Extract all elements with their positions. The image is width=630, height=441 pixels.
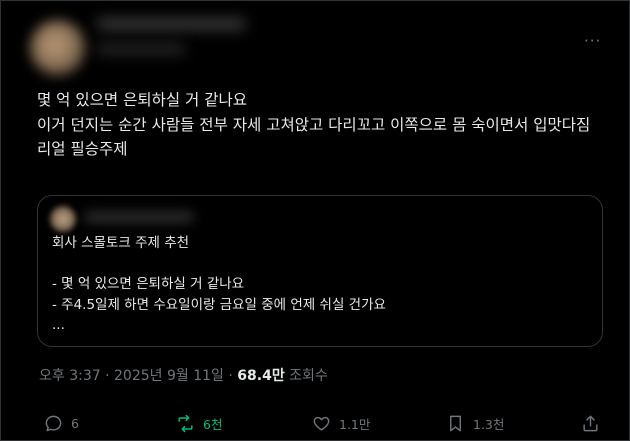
post-date[interactable]: 2025년 9월 11일 — [114, 368, 224, 384]
post-meta: 오후 3:37 · 2025년 9월 11일 · 68.4만 조회수 — [39, 365, 328, 385]
meta-separator: · — [228, 368, 233, 384]
quoted-post[interactable]: 회사 스몰토크 주제 추천 - 몇 억 있으면 은퇴하실 거 같나요 - 주4.… — [37, 195, 603, 347]
action-bar: 6 6천 1.1만 1.3천 — [0, 414, 630, 438]
meta-separator: · — [105, 368, 110, 384]
bookmark-button[interactable]: 1.3천 — [446, 414, 504, 433]
more-horizontal-icon[interactable]: ··· — [584, 33, 601, 49]
author-handle-redacted[interactable] — [96, 44, 186, 54]
reply-icon — [45, 415, 62, 432]
author-name-redacted[interactable] — [96, 18, 246, 30]
view-count-label: 조회수 — [289, 368, 328, 384]
author-avatar[interactable] — [30, 20, 86, 76]
post-text: 몇 억 있으면 은퇴하실 거 같나요 이거 던지는 순간 사람들 전부 자세 고… — [37, 91, 591, 158]
quoted-post-text: 회사 스몰토크 주제 추천 - 몇 억 있으면 은퇴하실 거 같나요 - 주4.… — [52, 235, 386, 333]
repost-icon — [178, 414, 193, 433]
quoted-author-avatar — [50, 206, 76, 232]
like-button[interactable]: 1.1만 — [312, 414, 370, 433]
like-count: 1.1만 — [339, 417, 371, 432]
heart-icon — [313, 416, 330, 431]
repost-count: 6천 — [203, 417, 223, 432]
quoted-author-name-redacted — [84, 212, 194, 222]
view-count: 68.4만 — [237, 368, 285, 384]
post-time[interactable]: 오후 3:37 — [39, 368, 101, 384]
reply-button[interactable]: 6 — [44, 414, 79, 433]
repost-button[interactable]: 6천 — [176, 414, 222, 433]
share-icon — [583, 415, 598, 432]
bookmark-icon — [450, 415, 461, 432]
share-button[interactable] — [581, 414, 608, 433]
reply-count: 6 — [71, 416, 79, 431]
bookmark-count: 1.3천 — [473, 417, 505, 432]
